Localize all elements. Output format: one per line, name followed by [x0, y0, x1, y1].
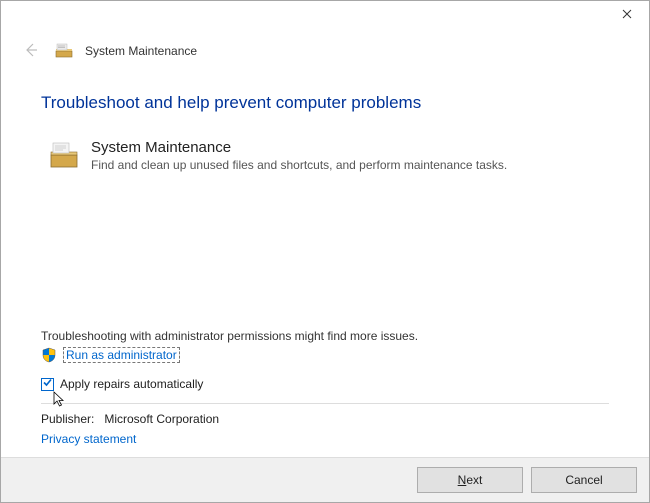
- section-text: System Maintenance Find and clean up unu…: [91, 139, 507, 172]
- back-button[interactable]: [19, 39, 43, 63]
- titlebar: [1, 1, 649, 31]
- publisher-row: Publisher: Microsoft Corporation: [41, 412, 609, 426]
- lower-block: Troubleshooting with administrator permi…: [1, 329, 649, 446]
- header-title: System Maintenance: [85, 44, 197, 58]
- header-row: System Maintenance: [1, 31, 649, 73]
- publisher-value: Microsoft Corporation: [104, 412, 219, 426]
- section-row: System Maintenance Find and clean up unu…: [41, 139, 609, 172]
- troubleshooter-window: System Maintenance Troubleshoot and help…: [0, 0, 650, 503]
- apply-repairs-label: Apply repairs automatically: [60, 377, 203, 391]
- apply-repairs-checkbox[interactable]: [41, 378, 54, 391]
- close-icon: [622, 8, 632, 22]
- system-maintenance-icon: [55, 42, 73, 60]
- run-as-administrator-link[interactable]: Run as administrator: [63, 347, 180, 363]
- footer: Next Cancel: [1, 457, 649, 502]
- back-arrow-icon: [23, 42, 39, 61]
- admin-note: Troubleshooting with administrator permi…: [41, 329, 609, 343]
- content-area: Troubleshoot and help prevent computer p…: [1, 73, 649, 172]
- checkmark-icon: [42, 377, 53, 391]
- privacy-statement-link[interactable]: Privacy statement: [41, 432, 609, 446]
- section-title: System Maintenance: [91, 139, 507, 156]
- apply-repairs-checkbox-row: Apply repairs automatically: [41, 377, 609, 391]
- admin-link-row: Run as administrator: [41, 347, 609, 363]
- next-button[interactable]: Next: [417, 467, 523, 493]
- divider: [41, 403, 609, 404]
- toolbox-icon: [49, 139, 79, 171]
- cancel-button[interactable]: Cancel: [531, 467, 637, 493]
- close-button[interactable]: [604, 1, 649, 29]
- shield-icon: [41, 347, 57, 363]
- page-title: Troubleshoot and help prevent computer p…: [41, 93, 609, 113]
- cursor-icon: [53, 391, 67, 409]
- next-button-rest: ext: [466, 473, 482, 487]
- section-description: Find and clean up unused files and short…: [91, 158, 507, 172]
- publisher-label: Publisher:: [41, 412, 101, 426]
